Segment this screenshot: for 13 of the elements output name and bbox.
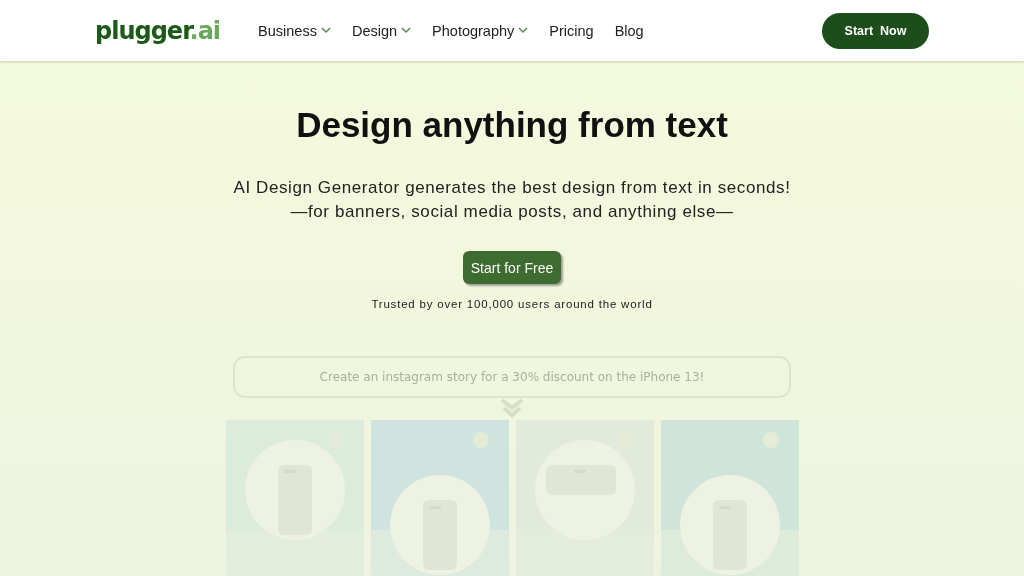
nav-link[interactable]: Design: [351, 22, 412, 39]
nav-link[interactable]: Photography: [432, 22, 529, 39]
hero-title: Design anything from text: [296, 105, 728, 145]
prompt-box: Create an instagram story for a 30% discount on the iPhone 13!: [233, 356, 791, 398]
nav-link[interactable]: Blog: [614, 22, 644, 39]
nav-link[interactable]: Business: [258, 22, 331, 39]
logo[interactable]: plugger.ai: [95, 16, 221, 45]
nav-link[interactable]: Pricing: [549, 22, 594, 39]
start-now-button[interactable]: Start Now: [822, 12, 929, 49]
start-for-free-button[interactable]: Start for Free: [462, 251, 562, 284]
trust-note: Trusted by over 100,000 users around the world: [371, 298, 653, 310]
hero-subtitle: AI Design Generator generates the best design from text in seconds! —for banners, social media posts, and anything else—: [233, 177, 791, 223]
chevron-down-icon: [499, 398, 525, 420]
